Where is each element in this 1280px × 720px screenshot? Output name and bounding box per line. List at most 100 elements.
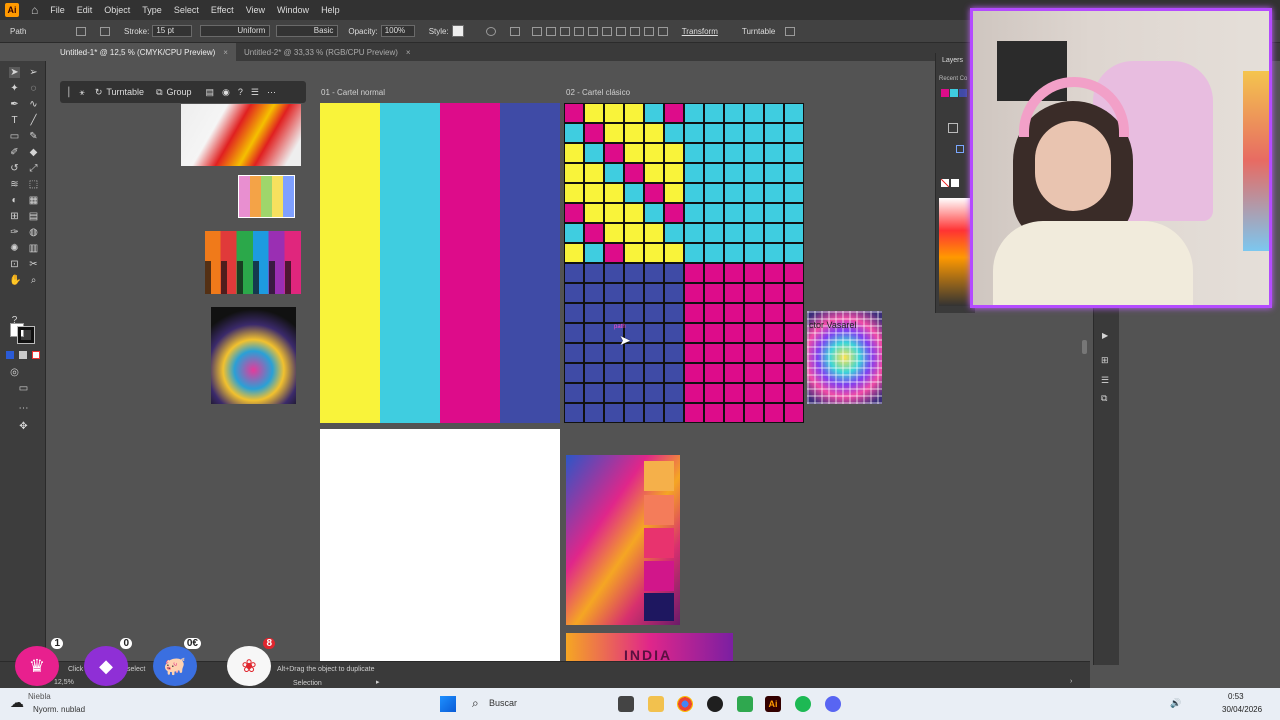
grid-cell[interactable]: [685, 384, 703, 402]
grid-cell[interactable]: [745, 404, 763, 422]
graphic-style-swatch[interactable]: [451, 25, 464, 37]
grid-cell[interactable]: [565, 244, 583, 262]
type-tool-icon[interactable]: T: [9, 115, 20, 126]
align-left-icon[interactable]: [531, 26, 542, 36]
arrange-icon[interactable]: ▤: [206, 87, 215, 98]
grid-cell[interactable]: [645, 224, 663, 242]
control-turntable-button[interactable]: Turntable: [742, 27, 776, 36]
zoom-tool-icon[interactable]: ⌕: [28, 275, 39, 286]
skirt-dancer-image[interactable]: [211, 307, 296, 404]
curvature-tool-icon[interactable]: ∿: [28, 99, 39, 110]
grid-cell[interactable]: [705, 224, 723, 242]
group-button[interactable]: Group: [167, 87, 192, 97]
grid-cell[interactable]: [585, 204, 603, 222]
arrange-icon[interactable]: [785, 26, 796, 36]
grid-cell[interactable]: [725, 284, 743, 302]
turntable-button[interactable]: Turntable: [106, 87, 144, 97]
grid-cell[interactable]: [685, 364, 703, 382]
vertical-scrollbar-thumb[interactable]: [1082, 340, 1087, 354]
grid-cell[interactable]: [765, 144, 783, 162]
grid-cell[interactable]: [565, 364, 583, 382]
align-top-icon[interactable]: [573, 26, 584, 36]
grid-cell[interactable]: [785, 204, 803, 222]
grid-cell[interactable]: [785, 144, 803, 162]
pen-tool-icon[interactable]: ✒: [9, 99, 20, 110]
grid-cell[interactable]: [605, 124, 623, 142]
rotate-tool-icon[interactable]: ↺: [9, 163, 20, 174]
grid-cell[interactable]: [745, 384, 763, 402]
grid-cell[interactable]: [665, 364, 683, 382]
spotify-icon[interactable]: [795, 696, 811, 712]
grid-cell[interactable]: [685, 224, 703, 242]
opacity-input[interactable]: 100%: [380, 25, 415, 37]
grid-cell[interactable]: [585, 184, 603, 202]
shape-builder-icon[interactable]: ◐: [9, 195, 20, 206]
direct-selection-tool-icon[interactable]: ➢: [28, 67, 39, 78]
gradient-mode-icon[interactable]: [19, 351, 27, 359]
grid-cell[interactable]: [625, 224, 643, 242]
grid-cell[interactable]: [665, 344, 683, 362]
grid-cell[interactable]: [625, 284, 643, 302]
grid-cell[interactable]: [685, 164, 703, 182]
stripe-cyan[interactable]: [380, 103, 440, 423]
grid-cell[interactable]: [785, 324, 803, 342]
grid-cell[interactable]: [645, 404, 663, 422]
grid-cell[interactable]: [725, 324, 743, 342]
grid-cell[interactable]: [785, 104, 803, 122]
grid-cell[interactable]: [725, 404, 743, 422]
stripe-yellow[interactable]: [320, 103, 380, 423]
recent-swatch-cyan[interactable]: [950, 89, 958, 97]
grid-cell[interactable]: [585, 404, 603, 422]
help-icon[interactable]: ?: [238, 87, 243, 97]
grid-cell[interactable]: [625, 184, 643, 202]
scroll-right-icon[interactable]: ›: [1070, 678, 1072, 685]
dancers-colorful-image[interactable]: [205, 231, 301, 294]
grid-cell[interactable]: [605, 104, 623, 122]
grid-cell[interactable]: [585, 324, 603, 342]
dancer-red-image[interactable]: [181, 104, 301, 166]
home-icon[interactable]: ⌂: [31, 3, 38, 17]
color-spectrum[interactable]: [939, 198, 971, 306]
artboard-tool-icon[interactable]: ⊡: [9, 259, 20, 270]
stroke-profile-select[interactable]: Uniform: [200, 25, 271, 37]
recolor-icon[interactable]: [485, 26, 496, 36]
grid-cell[interactable]: [645, 264, 663, 282]
grid-cell[interactable]: [585, 144, 603, 162]
grid-cell[interactable]: [565, 144, 583, 162]
menu-effect[interactable]: Effect: [211, 5, 234, 15]
grid-cell[interactable]: [785, 124, 803, 142]
menu-edit[interactable]: Edit: [77, 5, 93, 15]
grid-cell[interactable]: [625, 204, 643, 222]
grid-cell[interactable]: [705, 144, 723, 162]
grid-cell[interactable]: [765, 104, 783, 122]
grid-cell[interactable]: [605, 224, 623, 242]
grid-cell[interactable]: [765, 364, 783, 382]
align-panel-icon[interactable]: ☰: [1101, 375, 1109, 386]
grid-cell[interactable]: [685, 404, 703, 422]
grid-cell[interactable]: [785, 244, 803, 262]
grid-cell[interactable]: [625, 164, 643, 182]
grid-cell[interactable]: [705, 344, 723, 362]
grid-cell[interactable]: [645, 104, 663, 122]
grid-cell[interactable]: [665, 184, 683, 202]
grid-cell[interactable]: [725, 304, 743, 322]
grid-cell[interactable]: [705, 124, 723, 142]
grid-cell[interactable]: [605, 244, 623, 262]
grid-cell[interactable]: [565, 104, 583, 122]
current-tool-name[interactable]: Selection: [293, 680, 322, 687]
grid-cell[interactable]: [605, 184, 623, 202]
grid-cell[interactable]: [785, 284, 803, 302]
color-mode-icon[interactable]: [6, 351, 14, 359]
grid-cell[interactable]: [745, 184, 763, 202]
grid-cell[interactable]: [665, 284, 683, 302]
grid-cell[interactable]: [605, 164, 623, 182]
layers-tab[interactable]: Layers: [942, 57, 963, 64]
grid-cell[interactable]: [725, 184, 743, 202]
perspective-grid-icon[interactable]: ▦: [28, 195, 39, 206]
grid-cell[interactable]: [625, 384, 643, 402]
grid-cell[interactable]: [685, 204, 703, 222]
grid-cell[interactable]: [665, 204, 683, 222]
grid-cell[interactable]: [705, 324, 723, 342]
grid-cell[interactable]: [765, 184, 783, 202]
grid-cell[interactable]: [765, 344, 783, 362]
